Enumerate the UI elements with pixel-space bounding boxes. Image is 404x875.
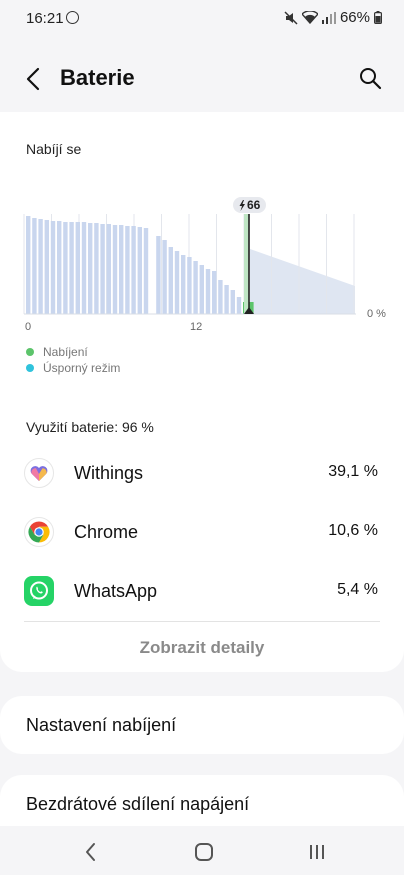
- wifi-icon: [301, 11, 318, 24]
- usage-bar: [236, 297, 242, 314]
- status-right: 66%: [284, 9, 382, 26]
- usage-bar: [187, 257, 192, 314]
- search-icon[interactable]: [358, 66, 382, 90]
- usage-bar: [63, 222, 68, 314]
- app-name: WhatsApp: [74, 581, 158, 601]
- page-title: Baterie: [60, 65, 135, 90]
- charging-settings-item[interactable]: Nastavení nabíjení: [0, 696, 404, 754]
- usage-bar: [112, 225, 118, 314]
- usage-bar: [168, 247, 173, 314]
- chart-bars: [26, 214, 254, 314]
- whatsapp-icon: [24, 576, 54, 606]
- back-icon[interactable]: [22, 64, 48, 94]
- app-usage-row[interactable]: WhatsApp 5,4 %: [0, 568, 404, 616]
- charge-badge-value: 66: [247, 198, 261, 212]
- usage-bar: [57, 221, 62, 314]
- battery-charging-icon: [374, 11, 382, 24]
- app-usage-row[interactable]: Chrome 10,6 %: [0, 509, 404, 557]
- battery-percent: 66%: [339, 9, 370, 26]
- usage-bar: [44, 220, 49, 314]
- wireless-power-sharing-label: Bezdrátové sdílení napájení: [26, 794, 250, 814]
- usage-bar: [224, 285, 229, 314]
- usage-bar: [32, 218, 37, 314]
- charging-status: Nabíjí se: [26, 141, 82, 157]
- usage-bar: [69, 222, 74, 314]
- usage-bar: [205, 269, 211, 314]
- battery-chart: 66 0 12 0 %: [23, 197, 386, 333]
- app-percent: 39,1 %: [328, 463, 378, 480]
- battery-card: Nabíjí se 66 0 12 0 % Nabíjení Úsporný r…: [0, 112, 404, 672]
- usage-bar: [181, 255, 186, 314]
- prediction-area: [250, 249, 355, 314]
- usage-bar: [125, 226, 130, 314]
- usage-bar: [81, 222, 87, 314]
- chart-legend: Nabíjení Úsporný režim: [26, 344, 120, 376]
- usage-bar: [212, 271, 217, 314]
- usage-bar: [26, 216, 31, 314]
- legend-label-power-saving: Úsporný režim: [43, 361, 121, 375]
- legend-dot-charging: [26, 348, 34, 356]
- usage-bar: [156, 236, 161, 314]
- show-details-button[interactable]: Zobrazit detaily: [0, 638, 404, 658]
- usage-bar: [218, 280, 223, 314]
- usage-bar: [199, 265, 204, 314]
- x-label-0: 0: [25, 321, 31, 333]
- signal-icon: [321, 11, 336, 24]
- app-percent: 10,6 %: [328, 522, 378, 539]
- usage-bar: [75, 222, 80, 314]
- withings-heart-icon: [24, 458, 54, 488]
- usage-bar: [119, 225, 124, 314]
- chrome-icon: [24, 517, 54, 547]
- status-bar: 16:21 66%: [0, 0, 404, 36]
- usage-bar: [38, 219, 43, 314]
- status-time: 16:21: [26, 10, 64, 27]
- legend-item-power-saving: Úsporný režim: [26, 360, 120, 376]
- legend-label-charging: Nabíjení: [43, 345, 88, 359]
- mute-icon: [284, 10, 298, 25]
- usage-bar: [106, 224, 111, 314]
- nav-back-icon[interactable]: [77, 838, 105, 866]
- x-label-12: 12: [190, 321, 202, 333]
- y-label: 0 %: [367, 308, 386, 320]
- app-name: Chrome: [74, 522, 139, 542]
- usage-bar: [230, 290, 235, 314]
- usage-bar: [94, 223, 99, 314]
- nav-recents-icon[interactable]: [303, 838, 331, 866]
- app-percent: 5,4 %: [337, 581, 378, 598]
- app-usage-row[interactable]: Withings 39,1 %: [0, 450, 404, 498]
- usage-bar: [143, 228, 149, 314]
- navigation-bar: [0, 826, 404, 875]
- app-name: Withings: [74, 463, 144, 483]
- app-bar: Baterie: [0, 50, 404, 108]
- legend-dot-power-saving: [26, 364, 34, 372]
- usage-bar: [88, 223, 93, 314]
- whatsapp-notification-icon: [66, 11, 79, 24]
- usage-bar: [174, 251, 180, 314]
- divider: [24, 621, 380, 622]
- battery-usage-total: Využití baterie: 96 %: [26, 419, 154, 435]
- usage-bar: [50, 221, 56, 314]
- usage-bar: [100, 224, 105, 314]
- usage-bar: [162, 240, 167, 314]
- charging-settings-label: Nastavení nabíjení: [26, 715, 177, 735]
- legend-item-charging: Nabíjení: [26, 344, 120, 360]
- usage-bar: [131, 226, 136, 314]
- nav-home-icon[interactable]: [190, 838, 218, 866]
- usage-bar: [193, 261, 198, 314]
- usage-bar: [137, 227, 142, 314]
